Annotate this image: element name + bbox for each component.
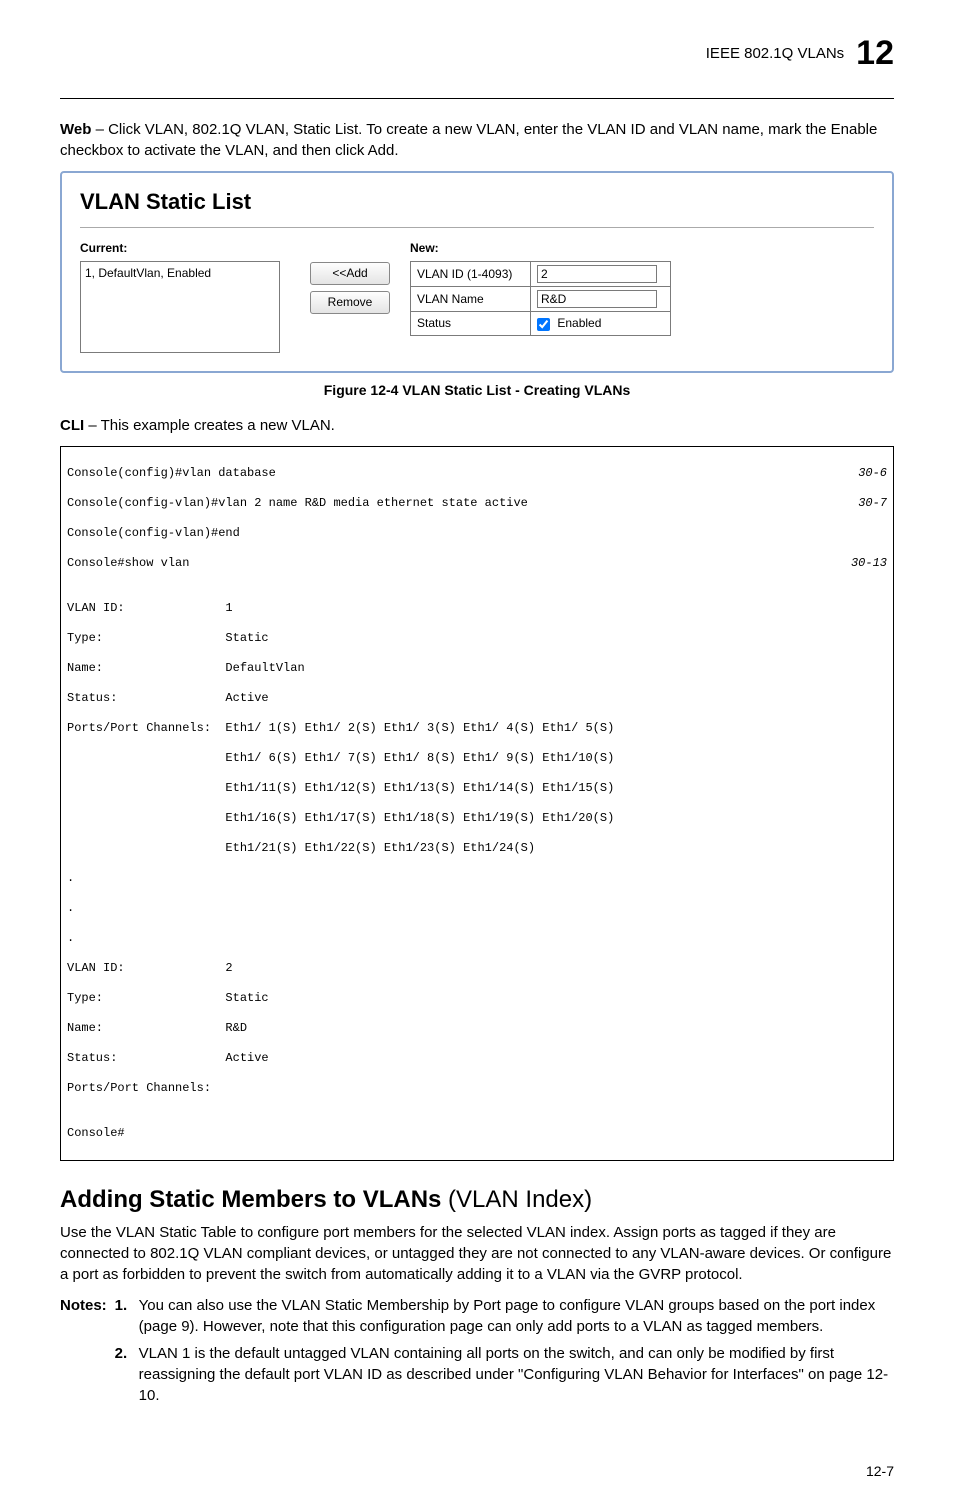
- cli-line: Status: Active: [67, 1051, 887, 1066]
- cli-line: Type: Static: [67, 991, 887, 1006]
- vlan-name-label: VLAN Name: [411, 287, 531, 312]
- intro-paragraph: Web – Click VLAN, 802.1Q VLAN, Static Li…: [60, 119, 894, 161]
- list-item[interactable]: 1, DefaultVlan, Enabled: [83, 264, 277, 283]
- cli-ref: 30-7: [858, 496, 887, 511]
- cli-line: .: [67, 901, 887, 916]
- cli-line: Console(config-vlan)#end: [67, 526, 887, 541]
- vlan-name-input[interactable]: [537, 290, 657, 308]
- cli-line: VLAN ID: 1: [67, 601, 887, 616]
- cli-line: .: [67, 871, 887, 886]
- cli-line: Console(config)#vlan database: [67, 466, 276, 481]
- vlan-id-input[interactable]: [537, 265, 657, 283]
- status-checkbox[interactable]: [537, 318, 550, 331]
- panel-title: VLAN Static List: [80, 187, 874, 229]
- figure-caption: Figure 12-4 VLAN Static List - Creating …: [60, 381, 894, 401]
- status-label: Status: [411, 312, 531, 336]
- section-heading-sub: (VLAN Index): [441, 1186, 592, 1213]
- status-value: Enabled: [557, 316, 601, 330]
- notes-label: Notes:: [60, 1295, 107, 1412]
- note-text: VLAN 1 is the default untagged VLAN cont…: [139, 1343, 894, 1406]
- cli-line: Eth1/11(S) Eth1/12(S) Eth1/13(S) Eth1/14…: [67, 781, 887, 796]
- note-number: 1.: [115, 1295, 133, 1337]
- page-header-title: IEEE 802.1Q VLANs: [706, 43, 844, 64]
- cli-line: Ports/Port Channels: Eth1/ 1(S) Eth1/ 2(…: [67, 721, 887, 736]
- current-label: Current:: [80, 240, 290, 257]
- new-label: New:: [410, 240, 671, 257]
- cli-line: Name: DefaultVlan: [67, 661, 887, 676]
- cli-intro: CLI – This example creates a new VLAN.: [60, 415, 894, 436]
- header-divider: [60, 98, 894, 99]
- remove-button[interactable]: Remove: [310, 291, 390, 314]
- new-vlan-table: VLAN ID (1-4093) VLAN Name Status Enable…: [410, 261, 671, 336]
- vlan-static-list-panel: VLAN Static List Current: 1, DefaultVlan…: [60, 171, 894, 374]
- section-heading: Adding Static Members to VLANs (VLAN Ind…: [60, 1183, 894, 1217]
- cli-line: Eth1/21(S) Eth1/22(S) Eth1/23(S) Eth1/24…: [67, 841, 887, 856]
- cli-line: Eth1/ 6(S) Eth1/ 7(S) Eth1/ 8(S) Eth1/ 9…: [67, 751, 887, 766]
- page-header-chapter: 12: [856, 30, 894, 78]
- cli-line: Console#: [67, 1126, 887, 1141]
- page-number: 12-7: [60, 1462, 894, 1482]
- cli-line: VLAN ID: 2: [67, 961, 887, 976]
- cli-line: Console(config-vlan)#vlan 2 name R&D med…: [67, 496, 528, 511]
- cli-ref: 30-6: [858, 466, 887, 481]
- current-listbox[interactable]: 1, DefaultVlan, Enabled: [80, 261, 280, 353]
- cli-line: Ports/Port Channels:: [67, 1081, 887, 1096]
- cli-line: .: [67, 931, 887, 946]
- note-number: 2.: [115, 1343, 133, 1406]
- cli-line: Type: Static: [67, 631, 887, 646]
- cli-line: Name: R&D: [67, 1021, 887, 1036]
- vlan-id-label: VLAN ID (1-4093): [411, 262, 531, 287]
- note-text: You can also use the VLAN Static Members…: [139, 1295, 894, 1337]
- add-button[interactable]: <<Add: [310, 262, 390, 285]
- cli-line: Console#show vlan: [67, 556, 189, 571]
- cli-output-box: Console(config)#vlan database 30-6 Consol…: [60, 446, 894, 1161]
- section-heading-main: Adding Static Members to VLANs: [60, 1186, 441, 1213]
- cli-ref: 30-13: [851, 556, 887, 571]
- cli-line: Status: Active: [67, 691, 887, 706]
- cli-line: Eth1/16(S) Eth1/17(S) Eth1/18(S) Eth1/19…: [67, 811, 887, 826]
- section-body: Use the VLAN Static Table to configure p…: [60, 1222, 894, 1285]
